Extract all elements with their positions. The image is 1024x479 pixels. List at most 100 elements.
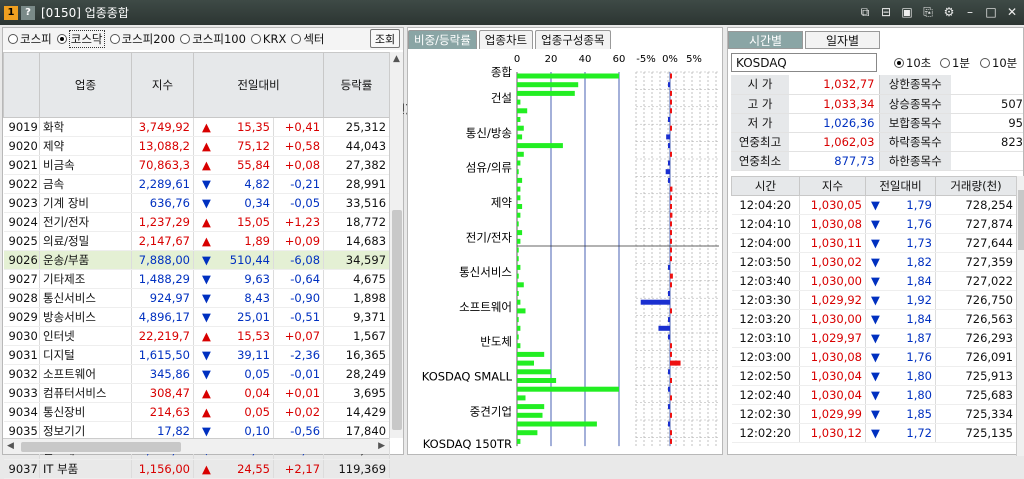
down-triangle-icon: ▼ 8,43 xyxy=(193,288,274,308)
radio-icon[interactable] xyxy=(940,58,950,68)
scroll-thumb[interactable] xyxy=(1018,190,1024,250)
interval-radio-2[interactable]: 10분 xyxy=(980,55,1017,71)
weight-bar xyxy=(517,404,545,410)
radio-icon[interactable] xyxy=(980,58,990,68)
sector-name: 방송서비스 xyxy=(39,307,132,327)
time-table-scrollbar[interactable] xyxy=(1016,176,1024,456)
market-radio-5[interactable]: 섹터 xyxy=(291,31,325,47)
market-radio-2[interactable]: 코스피200 xyxy=(109,31,175,47)
sector-name: 금속 xyxy=(39,174,132,194)
table-row[interactable]: 12:02:50 1,030,04 ▼ 1,80 725,913 xyxy=(731,366,1017,386)
table-row[interactable]: 12:03:10 1,029,97 ▼ 1,87 726,293 xyxy=(731,328,1017,348)
scroll-left-icon[interactable]: ◀ xyxy=(7,441,14,451)
table-row[interactable]: 9037 IT 부품 1,156,00 ▲ 24,55 +2,17 119,369 xyxy=(3,459,391,479)
window-number-badge[interactable]: 1 xyxy=(4,5,18,20)
interval-radio-1[interactable]: 1분 xyxy=(940,55,970,71)
radio-icon[interactable] xyxy=(180,34,191,44)
detail-tab-0[interactable]: 시간별 xyxy=(728,31,803,49)
sector-name: 통신장비 xyxy=(39,402,132,422)
table-row[interactable]: 9034 통신장비 214,63 ▲ 0,05 +0,02 14,429 xyxy=(3,402,391,422)
table-row[interactable]: 9029 방송서비스 4,896,17 ▼ 25,01 -0,51 9,371 xyxy=(3,307,391,327)
table-row[interactable]: 12:02:40 1,030,04 ▼ 1,80 725,683 xyxy=(731,385,1017,405)
table-row[interactable]: 9027 기타제조 1,488,29 ▼ 9,63 -0,64 4,675 xyxy=(3,269,391,289)
market-radio-label: 코스피100 xyxy=(192,32,246,46)
table-row[interactable]: 9021 비금속 70,863,3 ▲ 55,84 +0,08 27,382 xyxy=(3,155,391,175)
radio-icon[interactable] xyxy=(250,34,261,44)
table-row[interactable]: 9030 인터넷 22,219,7 ▲ 15,53 +0,07 1,567 xyxy=(3,326,391,346)
copy-icon[interactable]: ⎘ xyxy=(920,4,936,20)
scroll-up-icon[interactable]: ▲ xyxy=(393,54,400,64)
sector-rate: +0,09 xyxy=(273,231,325,251)
change-value: 1,87 xyxy=(906,331,932,345)
scroll-right-icon[interactable]: ▶ xyxy=(378,441,385,451)
horizontal-scrollbar[interactable]: ◀ ▶ xyxy=(3,438,389,454)
sector-rate: +0,01 xyxy=(273,383,325,403)
table-row[interactable]: 12:03:30 1,029,92 ▼ 1,92 726,750 xyxy=(731,290,1017,310)
column-header[interactable]: 전일대비 xyxy=(865,176,936,196)
table-row[interactable]: 9032 소프트웨어 345,86 ▼ 0,05 -0,01 28,249 xyxy=(3,364,391,384)
down-triangle-icon: ▼ xyxy=(871,388,880,402)
count-label: 보합종목수 xyxy=(878,113,951,133)
radio-icon[interactable] xyxy=(56,34,67,44)
scroll-thumb[interactable] xyxy=(392,210,402,430)
up-triangle-icon: ▲ 0,05 xyxy=(193,402,274,422)
column-header[interactable]: 지수 xyxy=(131,52,194,118)
table-row[interactable]: 12:03:00 1,030,08 ▼ 1,76 726,091 xyxy=(731,347,1017,367)
market-radio-0[interactable]: 코스피 xyxy=(8,31,52,47)
rate-bar xyxy=(668,177,670,183)
hscroll-thumb[interactable] xyxy=(21,442,181,452)
weight-tick-label: 0 xyxy=(514,54,520,65)
table-row[interactable]: 12:02:30 1,029,99 ▼ 1,85 725,334 xyxy=(731,404,1017,424)
table-row[interactable]: 9031 디지털 1,615,50 ▼ 39,11 -2,36 16,365 xyxy=(3,345,391,365)
column-header[interactable]: 업종 xyxy=(39,52,132,118)
table-row[interactable]: 9026 운송/부품 7,888,00 ▼ 510,44 -6,08 34,597 xyxy=(3,250,391,270)
rate-bar xyxy=(668,264,670,270)
table-row[interactable]: 12:04:00 1,030,11 ▼ 1,73 727,644 xyxy=(731,233,1017,253)
table-row[interactable]: 12:02:20 1,030,12 ▼ 1,72 725,135 xyxy=(731,423,1017,443)
vertical-scrollbar[interactable]: ▲ xyxy=(389,52,403,438)
table-row[interactable]: 9022 금속 2,289,61 ▼ 4,82 -0,21 28,991 xyxy=(3,174,391,194)
gear-icon[interactable]: ⚙ xyxy=(941,4,957,20)
chart-tab-0[interactable]: 비중/등락률 xyxy=(408,30,477,49)
symbol-field[interactable]: KOSDAQ xyxy=(731,53,877,72)
restore-icon[interactable]: ⊟ xyxy=(878,4,894,20)
maximize-icon[interactable]: □ xyxy=(983,4,999,20)
radio-icon[interactable] xyxy=(894,58,904,68)
sector-volume: 34,597 xyxy=(323,250,391,270)
help-badge[interactable]: ? xyxy=(21,5,35,20)
market-radio-3[interactable]: 코스피100 xyxy=(180,31,246,47)
column-header[interactable]: 거래량(천) xyxy=(935,176,1017,196)
table-row[interactable]: 9028 통신서비스 924,97 ▼ 8,43 -0,90 1,898 xyxy=(3,288,391,308)
volume-cell: 725,334 xyxy=(935,404,1017,424)
chart-tab-2[interactable]: 업종구성종목 xyxy=(535,30,611,49)
query-button[interactable]: 조회 xyxy=(370,29,400,48)
column-header[interactable]: 등락률 xyxy=(323,52,391,118)
table-row[interactable]: 9019 화학 3,749,92 ▲ 15,35 +0,41 25,312 xyxy=(3,117,391,137)
market-radio-4[interactable]: KRX xyxy=(250,32,286,46)
table-row[interactable]: 12:03:50 1,030,02 ▼ 1,82 727,359 xyxy=(731,252,1017,272)
window-icon[interactable]: ⧉ xyxy=(857,4,873,20)
chart-tab-1[interactable]: 업종차트 xyxy=(478,30,534,49)
column-header[interactable]: 시간 xyxy=(731,176,800,196)
detail-tab-1[interactable]: 일자별 xyxy=(805,31,880,49)
radio-icon[interactable] xyxy=(8,34,18,44)
table-row[interactable]: 9025 의료/정밀 2,147,67 ▲ 1,89 +0,09 14,683 xyxy=(3,231,391,251)
radio-icon[interactable] xyxy=(291,34,302,44)
column-header[interactable]: 전일대비 xyxy=(192,52,325,118)
table-row[interactable]: 12:04:20 1,030,05 ▼ 1,79 728,254 xyxy=(731,195,1017,215)
table-row[interactable]: 9023 기계 장비 636,76 ▼ 0,34 -0,05 33,516 xyxy=(3,193,391,213)
table-row[interactable]: 12:04:10 1,030,08 ▼ 1,76 727,874 xyxy=(731,214,1017,234)
close-icon[interactable]: ✕ xyxy=(1004,4,1020,20)
table-row[interactable]: 9033 컴퓨터서비스 308,47 ▲ 0,04 +0,01 3,695 xyxy=(3,383,391,403)
minimize-icon[interactable]: – xyxy=(962,4,978,20)
market-radio-1[interactable]: 코스닥 xyxy=(56,30,105,48)
column-header[interactable]: 지수 xyxy=(799,176,866,196)
table-row[interactable]: 12:03:40 1,030,00 ▼ 1,84 727,022 xyxy=(731,271,1017,291)
down-triangle-icon: ▼ 4,82 xyxy=(193,174,274,194)
interval-radio-0[interactable]: 10초 xyxy=(894,55,931,71)
screen-icon[interactable]: ▣ xyxy=(899,4,915,20)
table-row[interactable]: 9020 제약 13,088,2 ▲ 75,12 +0,58 44,043 xyxy=(3,136,391,156)
table-row[interactable]: 9024 전기/전자 1,237,29 ▲ 15,05 +1,23 18,772 xyxy=(3,212,391,232)
table-row[interactable]: 12:03:20 1,030,00 ▼ 1,84 726,563 xyxy=(731,309,1017,329)
radio-icon[interactable] xyxy=(109,34,120,44)
